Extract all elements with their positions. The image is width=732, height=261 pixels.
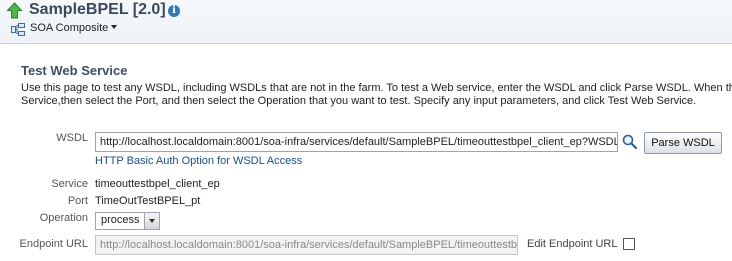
page-header: SampleBPEL [2.0] i SOA Composite — [0, 0, 732, 44]
service-label: Service — [51, 178, 88, 190]
endpoint-url-input[interactable]: http://localhost.localdomain:8001/soa-in… — [95, 235, 518, 255]
operation-select[interactable]: process — [95, 212, 160, 230]
chevron-down-icon — [111, 25, 118, 29]
edit-endpoint-url-checkbox[interactable] — [623, 238, 635, 250]
description-line-1: Use this page to test any WSDL, includin… — [21, 82, 732, 94]
green-up-arrow-icon — [6, 2, 23, 19]
section-title: Test Web Service — [21, 63, 128, 78]
operation-selected-value: process — [101, 214, 140, 226]
port-label: Port — [67, 195, 88, 207]
parse-wsdl-button[interactable]: Parse WSDL — [644, 132, 722, 154]
http-basic-auth-link[interactable]: HTTP Basic Auth Option for WSDL Access — [95, 155, 302, 167]
magnifier-icon[interactable] — [622, 134, 637, 149]
soa-composite-icon — [11, 23, 25, 36]
operation-label: Operation — [39, 212, 88, 224]
description-line-2: Service,then select the Port, and then s… — [21, 95, 697, 107]
info-icon[interactable]: i — [168, 5, 180, 17]
endpoint-url-label: Endpoint URL — [19, 238, 89, 250]
section-description: Use this page to test any WSDL, includin… — [21, 82, 732, 108]
port-value: TimeOutTestBPEL_pt — [95, 195, 201, 207]
app-title: SampleBPEL [2.0] — [29, 1, 166, 18]
soa-composite-menu[interactable]: SOA Composite — [30, 22, 118, 34]
chevron-down-icon[interactable] — [144, 213, 159, 229]
edit-endpoint-url-label: Edit Endpoint URL — [527, 238, 618, 250]
soa-composite-menu-label: SOA Composite — [30, 22, 109, 34]
wsdl-input[interactable]: http://localhost.localdomain:8001/soa-in… — [95, 132, 618, 152]
service-value: timeouttestbpel_client_ep — [95, 178, 220, 190]
wsdl-label: WSDL — [56, 132, 88, 144]
